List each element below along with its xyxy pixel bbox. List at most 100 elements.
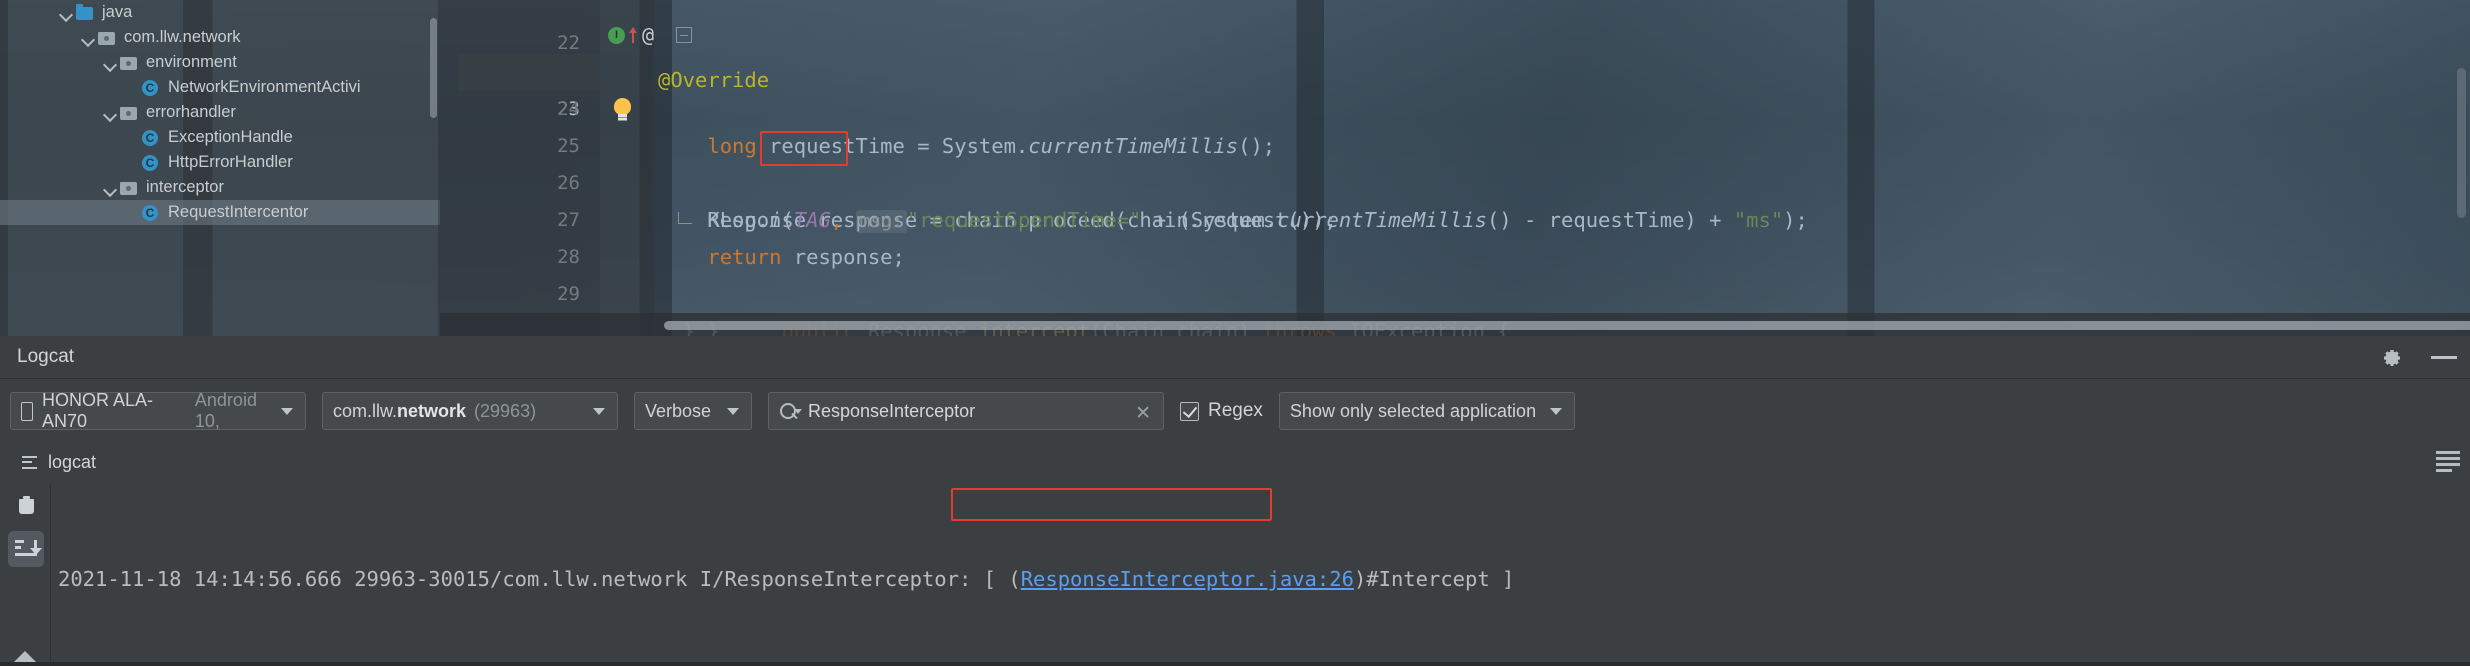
tree-item-label: interceptor — [146, 178, 224, 196]
tree-item-label: HttpErrorHandler — [168, 153, 293, 171]
tree-item-errorhandler[interactable]: errorhandler — [0, 100, 440, 125]
scroll-to-end-button[interactable] — [8, 531, 44, 567]
device-selector[interactable]: HONOR ALA-AN70 Android 10, — [10, 390, 306, 431]
folder-package-icon — [118, 179, 140, 197]
chevron-down-icon[interactable] — [281, 407, 293, 415]
chevron-down-icon[interactable] — [58, 5, 74, 21]
java-class-icon — [140, 204, 162, 222]
log-level-selector[interactable]: Verbose — [634, 392, 752, 430]
tree-item-environment[interactable]: environment — [0, 50, 440, 75]
logcat-settings-button[interactable] — [2366, 336, 2418, 379]
chevron-down-icon[interactable] — [593, 407, 605, 415]
tree-item-label: ExceptionHandle — [168, 128, 293, 146]
logcat-tab-bar[interactable]: logcat — [0, 443, 2470, 483]
scope-value: Show only selected application — [1289, 400, 1537, 421]
logcat-header: Logcat — [0, 336, 2470, 379]
regex-checkbox-group[interactable]: Regex — [1180, 400, 1263, 422]
scroll-to-end-icon — [15, 540, 42, 559]
chevron-down-icon[interactable] — [102, 180, 118, 196]
fold-end-icon[interactable] — [678, 212, 692, 224]
logcat-sidebar-divider — [50, 483, 51, 666]
intention-bulb-icon[interactable] — [613, 98, 632, 119]
tree-item-label: NetworkEnvironmentActivi — [168, 78, 361, 96]
tree-item-label: environment — [146, 53, 237, 71]
tab-logcat-label: logcat — [48, 452, 97, 472]
logcat-log-text[interactable]: 2021-11-18 14:14:56.666 29963-30015/com.… — [58, 483, 2470, 666]
log-level-value: Verbose — [645, 400, 712, 421]
device-os: Android 10, — [194, 390, 257, 431]
logcat-minimize-button[interactable] — [2418, 336, 2470, 379]
tree-item-http-error-handler[interactable]: HttpErrorHandler — [0, 150, 440, 175]
tree-item-interceptor[interactable]: interceptor — [0, 175, 440, 200]
log-line-1-prefix: 2021-11-18 14:14:56.666 29963-30015/com.… — [58, 567, 1021, 591]
logcat-side-toolbar[interactable] — [0, 483, 50, 666]
logcat-title: Logcat — [17, 346, 75, 367]
code-line-26[interactable]: 26 KLog.i(TAG, msg: "requestSpendTime=" +… — [440, 128, 2470, 233]
tab-logcat[interactable]: logcat — [22, 452, 96, 473]
tree-item-label: errorhandler — [146, 103, 236, 121]
annotation-highlight-log-link — [951, 488, 1272, 521]
chevron-down-icon[interactable] — [102, 105, 118, 121]
code-line-28[interactable]: 28 } — [440, 202, 2470, 336]
chevron-down-icon[interactable] — [102, 55, 118, 71]
scope-selector[interactable]: Show only selected application — [1278, 392, 1575, 430]
search-input-value[interactable]: ResponseInterceptor — [808, 401, 975, 422]
logcat-list-icon — [22, 455, 39, 470]
code-editor[interactable]: 22 @Override 23 I @ public Response inte… — [440, 0, 2470, 336]
logcat-toolbar[interactable]: HONOR ALA-AN70 Android 10, com.llw. netwo… — [0, 379, 2470, 443]
chevron-down-icon[interactable] — [727, 407, 739, 415]
folder-source-icon — [74, 3, 96, 22]
code-line-27[interactable]: 27 return response; — [440, 165, 2470, 269]
clear-logcat-button[interactable] — [8, 489, 44, 525]
process-selector[interactable]: com.llw. network (29963) — [322, 392, 618, 430]
code-line-23[interactable]: 23 I @ public Response intercept(Chain c… — [440, 17, 2470, 336]
minimize-icon — [2431, 356, 2457, 359]
folder-package-icon — [96, 29, 118, 47]
process-package-prefix: com.llw. — [333, 400, 398, 421]
process-pid: (29963) — [474, 400, 537, 421]
fold-collapse-icon[interactable] — [676, 27, 692, 43]
editor-horizontal-scrollbar[interactable] — [664, 321, 2470, 330]
regex-label: Regex — [1208, 400, 1263, 421]
tree-item-com-llw-network[interactable]: com.llw.network — [0, 25, 440, 50]
code-line-24[interactable]: 24 long requestTime = System.currentTime… — [440, 54, 2470, 158]
log-line-1[interactable]: 2021-11-18 14:14:56.666 29963-30015/com.… — [58, 561, 2470, 597]
log-source-link[interactable]: ResponseInterceptor.java:26 — [1021, 567, 1354, 591]
phone-icon — [21, 401, 33, 421]
project-tree-panel[interactable]: java com.llw.network environment Network… — [0, 0, 440, 336]
logcat-view-options-button[interactable] — [2436, 451, 2460, 473]
tree-scrollbar[interactable] — [430, 18, 437, 118]
logcat-tool-window[interactable]: Logcat HONOR ALA-AN70 Android 10, com.ll… — [0, 336, 2470, 666]
scroll-up-icon[interactable] — [14, 651, 36, 662]
override-arrow-icon[interactable] — [629, 27, 637, 43]
code-line-29[interactable]: 29 } — [440, 239, 2470, 336]
chevron-down-icon[interactable] — [80, 30, 96, 46]
logcat-output-area[interactable]: 2021-11-18 14:14:56.666 29963-30015/com.… — [0, 483, 2470, 666]
chevron-down-icon[interactable] — [1549, 407, 1562, 415]
regex-checkbox[interactable] — [1180, 401, 1199, 421]
device-name: HONOR ALA-AN70 — [42, 390, 154, 431]
trash-icon — [19, 496, 34, 514]
clear-search-icon[interactable]: ✕ — [1135, 402, 1151, 425]
implementing-method-marker-icon[interactable]: I — [608, 27, 625, 44]
code-line-25[interactable]: 25 Response response = chain.proceed(cha… — [440, 91, 2470, 232]
process-package-bold: network — [397, 400, 467, 421]
log-line-1-suffix: )#Intercept ] — [1353, 567, 1515, 591]
logcat-bottom-edge — [0, 662, 2470, 666]
gear-icon — [2381, 347, 2403, 369]
tree-item-request-interceptor[interactable]: RequestIntercentor — [0, 200, 440, 225]
tree-item-java[interactable]: java — [0, 0, 440, 25]
search-icon[interactable] — [779, 402, 802, 421]
tree-item-network-environment-activity[interactable]: NetworkEnvironmentActivi — [0, 75, 440, 100]
java-class-icon — [140, 79, 162, 97]
tree-item-label: java — [102, 3, 133, 21]
folder-package-icon — [118, 54, 140, 72]
editor-code-area[interactable]: 22 @Override 23 I @ public Response inte… — [440, 0, 2470, 336]
editor-vertical-scrollbar[interactable] — [2457, 68, 2466, 218]
logcat-search-box[interactable]: ResponseInterceptor ✕ — [768, 392, 1164, 430]
annotation-gutter-icon: @ — [642, 23, 655, 47]
folder-package-icon — [118, 104, 140, 122]
tree-item-label: com.llw.network — [124, 28, 241, 46]
java-class-icon — [140, 154, 162, 172]
tree-item-exception-handle[interactable]: ExceptionHandle — [0, 125, 440, 150]
